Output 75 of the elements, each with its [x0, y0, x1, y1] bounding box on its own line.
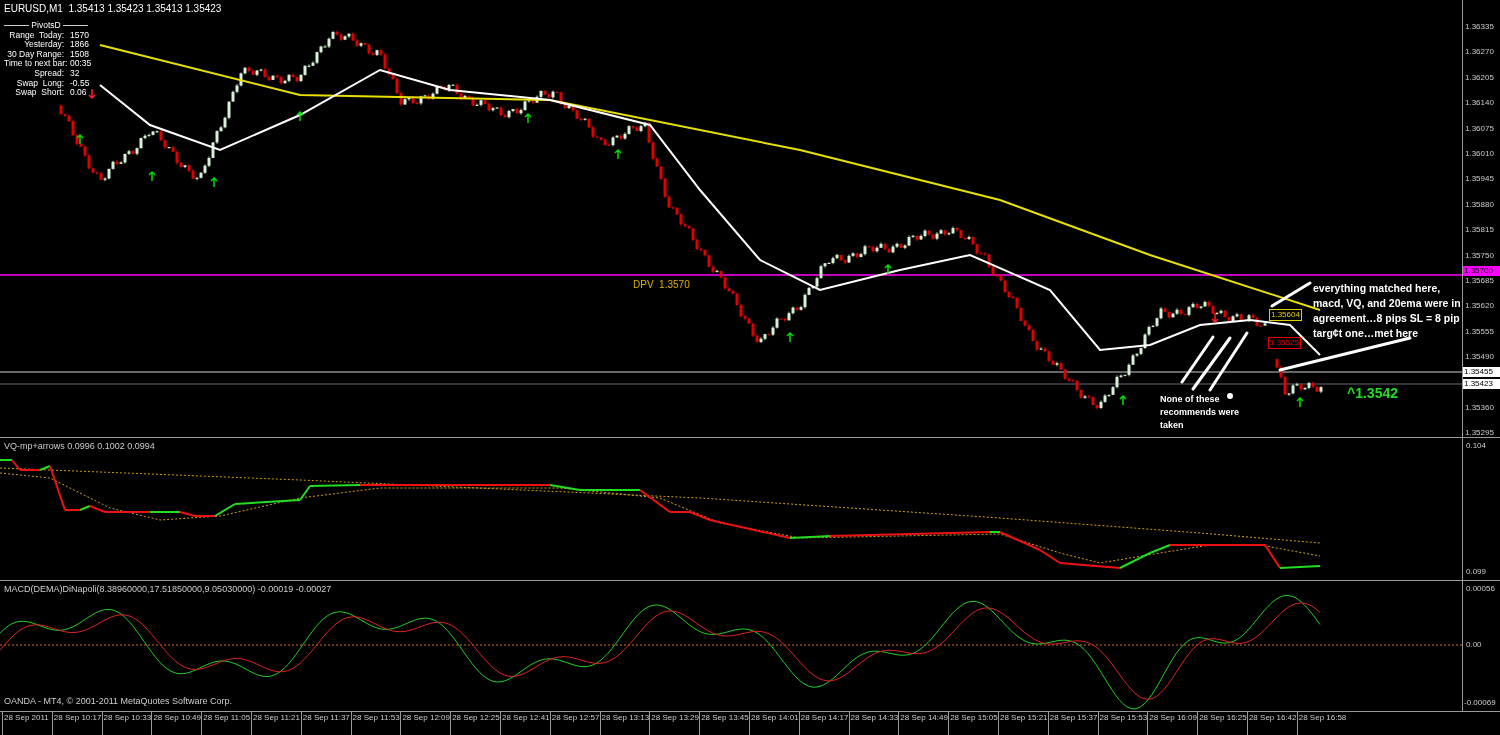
time-axis-label: 28 Sep 10:33 — [101, 712, 152, 735]
axis-label: 0.104 — [1466, 440, 1487, 452]
annotation-text: everything matched here, macd, VQ, and 20ema were in agreement…8 pips SL = 8 pip targ¢t one…met here — [1313, 281, 1461, 341]
price-axis-label: 1.35360 — [1465, 403, 1494, 413]
axis-label: -0.00069 — [1464, 697, 1496, 709]
pivot-value: -0.55 — [70, 78, 90, 89]
pivot-value: 1866 — [70, 40, 89, 50]
price-axis-label: 1.36075 — [1465, 123, 1494, 134]
price-marker: 1.35423 — [1463, 379, 1500, 389]
time-axis-label: 28 Sep 10:49 — [151, 712, 202, 735]
time-axis-label: 28 Sep 15:21 — [997, 712, 1048, 735]
price-axis-label: 1.36335 — [1465, 22, 1494, 32]
chart-title: EURUSD,M1 1.35413 1.35423 1.35413 1.35423 — [4, 2, 222, 16]
price-marker: 1.35700 — [1463, 266, 1500, 276]
pivot-label: Swap Short: — [14, 88, 64, 98]
price-axis-label: 1.35815 — [1465, 225, 1494, 236]
price-marker: 1.35455 — [1463, 367, 1500, 377]
price-tag: 1.35525 — [1268, 337, 1301, 349]
price-axis-label: 1.36205 — [1465, 72, 1494, 83]
time-axis-label: 28 Sep 12:25 — [450, 712, 500, 735]
price-axis-label: 1.35555 — [1465, 326, 1494, 337]
time-axis-label: 28 Sep 16:25 — [1197, 712, 1247, 735]
price-axis-label: 1.35685 — [1465, 276, 1494, 286]
copyright-text: OANDA - MT4, © 2001-2011 MetaQuotes Software Corp. — [4, 694, 233, 708]
price-axis-label: 1.36140 — [1465, 98, 1494, 109]
time-axis-label: 28 Sep 16:09 — [1147, 712, 1198, 735]
price-axis-label: 1.35620 — [1465, 301, 1494, 312]
time-axis-label: 28 Sep 14:33 — [848, 712, 899, 735]
axis-label: 0.00 — [1466, 639, 1482, 651]
pivot-label: DPV 1.3570 — [633, 278, 690, 292]
time-axis-label: 28 Sep 13:13 — [599, 712, 650, 735]
time-axis-label: 28 Sep 12:09 — [400, 712, 451, 735]
pivots-header: PivotsD — [31, 21, 61, 31]
pivot-value: 1508 — [70, 49, 89, 60]
time-axis-label: 28 Sep 13:45 — [699, 712, 749, 735]
pivot-label: Yesterday: — [24, 40, 64, 50]
time-axis-label: 28 Sep 14:49 — [898, 712, 949, 735]
time-axis-label: 28 Sep 11:05 — [201, 712, 251, 735]
pivot-value: 0.06 — [70, 88, 87, 98]
price-axis-label: 1.36010 — [1465, 149, 1494, 159]
price-tag: 1.35604 — [1269, 309, 1302, 321]
price-annotation: ^1.3542 — [1347, 384, 1398, 403]
time-axis-label: 28 Sep 16:58 — [1296, 712, 1347, 735]
indicator-title: MACD(DEMA)DiNapoli(8.38960000,17.51850000,9.05030000) -0.00019 -0.00027 — [4, 583, 332, 597]
pivot-label: Spread: — [33, 68, 64, 79]
time-axis-label: 28 Sep 11:21 — [251, 712, 301, 735]
price-axis-label: 1.35750 — [1465, 250, 1494, 261]
time-axis-label: 28 Sep 11:37 — [300, 712, 351, 735]
time-axis-label: 28 Sep 15:53 — [1097, 712, 1148, 735]
price-axis-label: 1.35490 — [1465, 352, 1494, 363]
price-axis-label: 1.36270 — [1465, 47, 1494, 58]
time-axis-label: 28 Sep 12:57 — [549, 712, 600, 735]
indicator-title: VQ-mp+arrows 0.0996 0.1002 0.0994 — [4, 440, 155, 453]
price-axis-label: 1.35880 — [1465, 199, 1494, 210]
time-axis-label: 28 Sep 10:17 — [51, 712, 102, 735]
time-axis-label: 28 Sep 12:41 — [499, 712, 550, 735]
time-axis-label: 28 Sep 15:37 — [1047, 712, 1098, 735]
time-axis-label: 28 Sep 14:17 — [798, 712, 849, 735]
pivot-label: 30 Day Range: — [7, 49, 64, 60]
axis-label: 0.00056 — [1466, 583, 1495, 595]
price-axis-label: 1.35945 — [1465, 174, 1494, 185]
annotation-text: None of these recommends were taken — [1160, 393, 1241, 432]
time-axis-label: 28 Sep 11:53 — [350, 712, 401, 735]
time-axis-label: 28 Sep 13:29 — [649, 712, 700, 735]
time-axis-label: 28 Sep 2011 — [2, 712, 52, 735]
pivot-label: Range Today: — [8, 30, 64, 41]
time-axis-label: 28 Sep 14:01 — [748, 712, 799, 735]
pivot-value: 1570 — [70, 30, 89, 41]
price-axis-label: 1.35295 — [1465, 428, 1494, 439]
axis-label: 0.099 — [1466, 566, 1487, 578]
time-axis-label: 28 Sep 16:42 — [1246, 712, 1297, 735]
pivot-value: 00:35 — [70, 59, 92, 69]
time-axis-label: 28 Sep 15:05 — [948, 712, 998, 735]
pivot-value: 32 — [70, 68, 80, 79]
pivot-label: Swap Long: — [15, 78, 64, 89]
